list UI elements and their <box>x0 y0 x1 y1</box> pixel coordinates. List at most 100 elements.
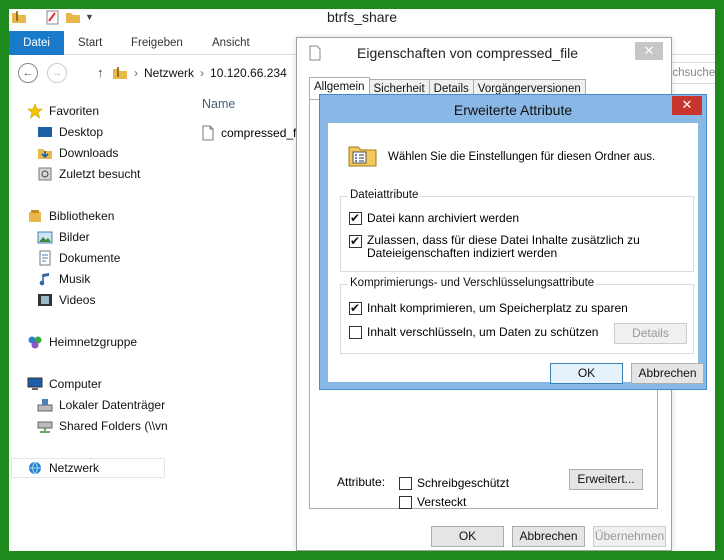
compress-checkbox[interactable]: Inhalt komprimieren, um Speicherplatz zu… <box>349 300 628 316</box>
file-item[interactable]: compressed_f <box>200 123 296 143</box>
index-line-2: Dateieigenschaften indiziert werden <box>367 246 558 260</box>
recent-places-icon <box>37 166 53 182</box>
column-header-name[interactable]: Name <box>202 97 235 111</box>
index-checkbox[interactable]: Zulassen, dass für diese Datei Inhalte z… <box>349 233 640 260</box>
checkbox-box[interactable] <box>349 210 362 226</box>
checkbox-box[interactable] <box>349 300 362 316</box>
checkbox-box[interactable] <box>349 325 362 339</box>
nav-favorites[interactable]: Favoriten <box>27 101 99 121</box>
file-name: compressed_f <box>221 126 297 140</box>
ribbon-tab-share[interactable]: Freigeben <box>119 31 195 55</box>
group-label: Dateiattribute <box>348 189 421 201</box>
breadcrumb[interactable]: › Netzwerk › 10.120.66.234 <box>112 62 312 84</box>
nav-label: Desktop <box>59 125 104 139</box>
nav-label: Shared Folders (\\vn <box>59 419 168 433</box>
forward-button[interactable]: → <box>47 63 67 83</box>
close-button[interactable]: ✕ <box>635 42 663 60</box>
hard-drive-icon <box>37 397 53 413</box>
file-list: Name compressed_f <box>195 97 305 197</box>
checkbox-box[interactable] <box>399 476 412 490</box>
nav-local-disk[interactable]: Lokaler Datenträger <box>37 395 165 415</box>
hidden-checkbox[interactable]: Versteckt <box>399 495 466 509</box>
back-button[interactable]: ← <box>18 63 38 83</box>
breadcrumb-host[interactable]: 10.120.66.234 <box>210 66 287 80</box>
nav-label: Bibliotheken <box>49 209 115 223</box>
network-drive-icon <box>37 418 53 434</box>
cancel-button[interactable]: Abbrechen <box>512 526 585 547</box>
videos-icon <box>37 292 53 308</box>
checkbox-box[interactable] <box>349 233 362 249</box>
music-icon <box>37 271 53 287</box>
checkbox-box[interactable] <box>399 495 412 509</box>
nav-pictures[interactable]: Bilder <box>37 227 90 247</box>
arrow-right-icon: → <box>51 67 63 79</box>
computer-icon <box>27 376 43 392</box>
properties-title-bar: Eigenschaften von compressed_file ✕ <box>297 38 671 68</box>
breadcrumb-chevron-icon: › <box>134 66 138 80</box>
nav-label: Dokumente <box>59 251 121 265</box>
ribbon-tab-start[interactable]: Start <box>66 31 114 55</box>
folder-settings-icon <box>348 143 378 170</box>
window-title: btrfs_share <box>326 9 398 25</box>
star-icon <box>27 103 43 119</box>
group-label: Komprimierungs- und Verschlüsselungsattr… <box>348 277 597 289</box>
breadcrumb-chevron-icon: › <box>200 66 205 80</box>
apply-button[interactable]: Übernehmen <box>593 526 666 547</box>
nav-downloads[interactable]: Downloads <box>37 143 118 163</box>
nav-label: Favoriten <box>49 104 100 118</box>
advanced-button[interactable]: Erweitert... <box>569 469 643 490</box>
nav-recent[interactable]: Zuletzt besucht <box>37 164 140 184</box>
arrow-up-icon[interactable]: ↑ <box>97 65 104 80</box>
checkbox-label: Inhalt komprimieren, um Speicherplatz zu… <box>367 301 628 315</box>
nav-documents[interactable]: Dokumente <box>37 248 120 268</box>
breadcrumb-network[interactable]: Netzwerk <box>144 66 194 80</box>
nav-network[interactable]: Netzwerk <box>11 458 165 478</box>
navigation-pane: Favoriten Desktop Downloads Zuletzt besu… <box>9 97 194 551</box>
nav-videos[interactable]: Videos <box>37 290 95 310</box>
encrypt-checkbox[interactable]: Inhalt verschlüsseln, um Daten zu schütz… <box>349 325 598 339</box>
cancel-button[interactable]: Abbrechen <box>631 363 704 384</box>
documents-icon <box>37 250 53 266</box>
network-folder-icon <box>112 65 128 81</box>
checkbox-label: Inhalt verschlüsseln, um Daten zu schütz… <box>367 325 599 339</box>
ribbon-tab-view[interactable]: Ansicht <box>200 31 262 55</box>
details-button[interactable]: Details <box>614 323 687 344</box>
compression-encryption-group: Komprimierungs- und Verschlüsselungsattr… <box>340 277 694 354</box>
archive-checkbox[interactable]: Datei kann archiviert werden <box>349 210 520 226</box>
file-attributes-group: Dateiattribute Datei kann archiviert wer… <box>340 189 694 272</box>
nav-libraries[interactable]: Bibliotheken <box>27 206 114 226</box>
readonly-checkbox[interactable]: Schreibgeschützt <box>399 476 509 490</box>
ok-button[interactable]: OK <box>550 363 623 384</box>
advanced-intro: Wählen Sie die Einstellungen für diesen … <box>348 143 655 170</box>
checkbox-label: Versteckt <box>417 495 467 509</box>
download-folder-icon <box>37 145 53 161</box>
nav-label: Zuletzt besucht <box>59 167 141 181</box>
nav-music[interactable]: Musik <box>37 269 90 289</box>
attributes-label: Attribute: <box>337 475 386 489</box>
nav-label: Computer <box>49 377 102 391</box>
nav-label: Bilder <box>59 230 90 244</box>
homegroup-icon <box>27 334 43 350</box>
nav-computer[interactable]: Computer <box>27 374 102 394</box>
arrow-left-icon: ← <box>22 67 34 79</box>
checkbox-label: Datei kann archiviert werden <box>367 211 520 225</box>
pictures-icon <box>37 229 53 245</box>
nav-desktop[interactable]: Desktop <box>37 122 103 142</box>
nav-label: Lokaler Datenträger <box>59 398 166 412</box>
intro-text: Wählen Sie die Einstellungen für diesen … <box>388 150 656 163</box>
advanced-body: Wählen Sie die Einstellungen für diesen … <box>328 123 704 384</box>
network-icon <box>27 460 43 476</box>
file-icon <box>200 125 216 141</box>
nav-homegroup[interactable]: Heimnetzgruppe <box>27 332 137 352</box>
properties-title: Eigenschaften von compressed_file <box>357 45 579 61</box>
ribbon-tab-file[interactable]: Datei <box>9 31 64 55</box>
library-icon <box>27 208 43 224</box>
close-button[interactable]: ✕ <box>672 96 702 115</box>
nav-shared-folders[interactable]: Shared Folders (\\vn <box>37 416 168 436</box>
nav-label: Netzwerk <box>49 461 100 475</box>
title-bar: ▼ btrfs_share <box>9 9 715 31</box>
advanced-title: Erweiterte Attribute <box>453 102 573 118</box>
nav-label: Downloads <box>59 146 119 160</box>
advanced-attributes-dialog: Erweiterte Attribute ✕ Wählen Sie die Ei… <box>319 94 707 390</box>
ok-button[interactable]: OK <box>431 526 504 547</box>
